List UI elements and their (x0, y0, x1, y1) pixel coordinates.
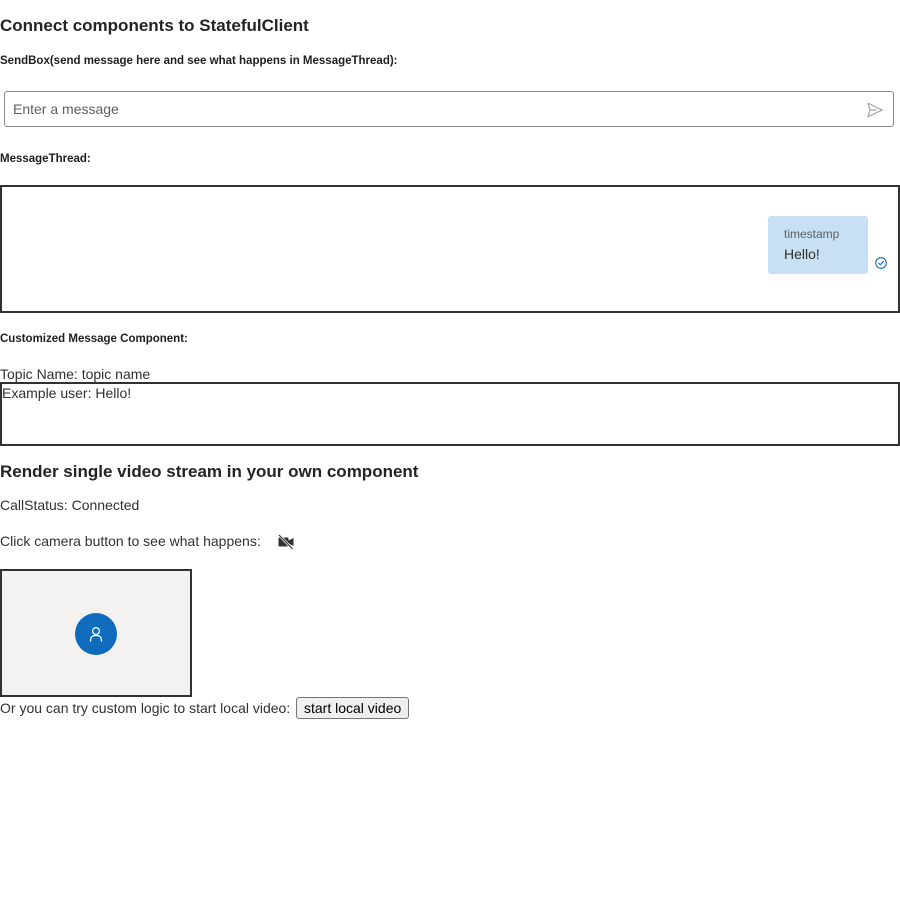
custom-message-box: Example user: Hello! (0, 382, 900, 446)
video-tile (0, 569, 192, 697)
camera-button[interactable] (276, 532, 296, 552)
message-input[interactable] (13, 92, 853, 126)
send-button[interactable] (865, 100, 885, 120)
avatar (75, 613, 117, 655)
camera-prompt: Click camera button to see what happens: (0, 533, 261, 549)
call-status: CallStatus: Connected (0, 497, 140, 513)
custom-message-label: Customized Message Component: (0, 333, 188, 345)
message-thread: timestamp Hello! (0, 185, 900, 313)
chat-message-bubble: timestamp Hello! (768, 216, 868, 274)
video-section-heading: Render single video stream in your own c… (0, 462, 419, 481)
camera-off-icon (278, 534, 294, 550)
delivered-check-icon (875, 257, 887, 269)
start-local-video-button[interactable]: start local video (296, 697, 410, 719)
custom-logic-prompt: Or you can try custom logic to start loc… (0, 700, 291, 716)
message-timestamp: timestamp (784, 227, 840, 241)
page-title: Connect components to StatefulClient (0, 16, 309, 35)
sendbox-label: SendBox(send message here and see what h… (0, 55, 398, 67)
send-icon (867, 102, 883, 118)
topic-name: Topic Name: topic name (0, 366, 151, 382)
message-thread-label: MessageThread: (0, 153, 91, 165)
sendbox (4, 91, 894, 127)
custom-message-line: Example user: Hello! (2, 385, 132, 401)
message-text: Hello! (784, 246, 820, 262)
person-icon (89, 626, 103, 642)
